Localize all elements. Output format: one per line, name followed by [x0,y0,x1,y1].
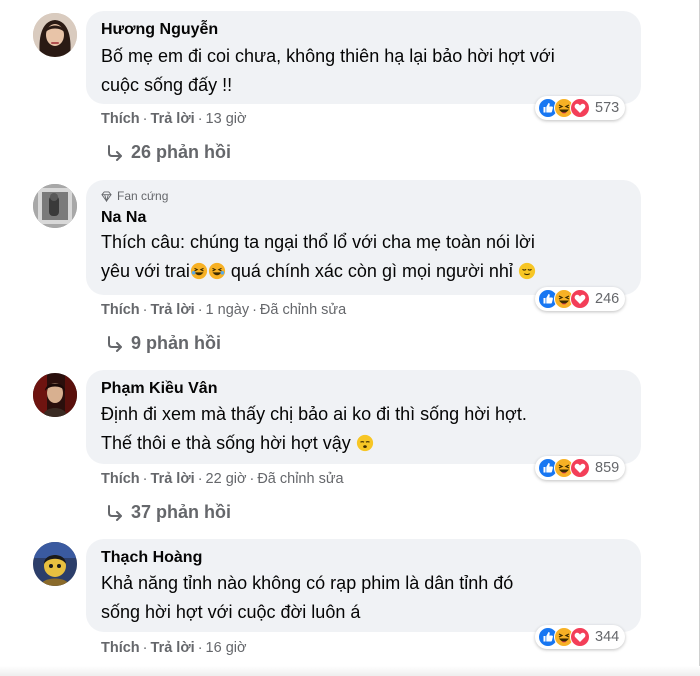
like-link[interactable]: Thích [101,640,140,656]
comment-actions: Thích · Trả lời · 1 ngày · Đã chỉnh sửa [101,302,346,318]
like-link[interactable]: Thích [101,302,140,318]
diamond-badge-icon [101,190,112,202]
avatar-window-photo [33,184,77,228]
avatar[interactable] [33,373,77,417]
comment-author[interactable]: Thạch Hoàng [101,547,627,568]
fan-badge[interactable]: Fan cứng [101,188,627,204]
rofl-emoji-icon [208,262,225,280]
reply-link[interactable]: Trả lời [151,640,195,656]
edited-label[interactable]: Đã chỉnh sửa [257,471,343,487]
separator: · [197,302,203,318]
comment-text: Khả năng tỉnh nào không có rạp phim là d… [101,573,514,622]
separator: · [142,471,148,487]
love-reaction-icon [570,458,590,478]
reply-link[interactable]: Trả lời [151,302,195,318]
comment-author[interactable]: Phạm Kiều Vân [101,378,627,399]
comment-author[interactable]: Na Na [101,207,627,228]
avatar[interactable] [33,184,77,228]
separator: · [142,302,148,318]
avatar-dark-red-photo [33,373,77,417]
reply-link[interactable]: Trả lời [151,471,195,487]
comment-time[interactable]: 13 giờ [206,111,247,127]
comment-text: Bố mẹ em đi coi chưa, không thiên hạ lại… [101,46,555,95]
love-reaction-icon [570,289,590,309]
comment-time[interactable]: 1 ngày [206,302,250,318]
comment-text-part: Định đi xem mà thấy chị bảo ai ko đi thì… [101,404,527,453]
separator: · [197,471,203,487]
separator: · [249,471,255,487]
reaction-count: 246 [595,291,620,307]
replies-count: 37 phản hồi [131,502,232,522]
reaction-count: 859 [595,460,620,476]
comment-actions: Thích · Trả lời · 13 giờ [101,111,246,127]
reaction-summary[interactable]: 246 [535,287,626,311]
like-link[interactable]: Thích [101,111,140,127]
comment-bubble: Thạch Hoàng Khả năng tỉnh nào không có r… [86,539,641,632]
separator: · [252,302,257,318]
comment-bubble: Phạm Kiều Vân Định đi xem mà thấy chị bả… [86,370,641,464]
comment-text: Định đi xem mà thấy chị bảo ai ko đi thì… [101,400,627,458]
page-bottom-edge [0,666,700,676]
view-replies-link[interactable]: 9 phản hồi [106,333,221,354]
love-reaction-icon [570,627,590,647]
edited-label[interactable]: Đã chỉnh sửa [260,302,346,318]
reply-arrow-icon [108,144,122,161]
comment-actions: Thích · Trả lời · 22 giờ · Đã chỉnh sửa [101,471,344,487]
reaction-count: 573 [595,100,620,116]
reaction-count: 344 [595,629,620,645]
separator: · [142,640,148,656]
sleepy-emoji-icon [356,434,373,452]
avatar[interactable] [33,542,77,586]
avatar[interactable] [33,13,77,57]
rofl-emoji-icon [190,262,207,280]
reaction-summary[interactable]: 573 [535,96,626,120]
comment-actions: Thích · Trả lời · 16 giờ [101,640,246,656]
comment-bubble: Fan cứng Na Na Thích câu: chúng ta ngại … [86,180,641,295]
relieved-emoji-icon [518,262,535,280]
reaction-summary[interactable]: 859 [535,456,626,480]
comment-time[interactable]: 22 giờ [206,471,247,487]
love-reaction-icon [570,98,590,118]
reply-arrow-icon [108,504,122,521]
comment-time[interactable]: 16 giờ [206,640,247,656]
badge-label: Fan cứng [117,189,169,203]
avatar-cartoon-character [33,542,77,586]
comment-bubble: Hương Nguyễn Bố mẹ em đi coi chưa, không… [86,11,641,104]
replies-count: 26 phản hồi [131,142,232,162]
separator: · [197,111,203,127]
reply-arrow-icon [108,335,122,352]
reaction-summary[interactable]: 344 [535,625,626,649]
separator: · [197,640,203,656]
view-replies-link[interactable]: 37 phản hồi [106,502,231,523]
reply-link[interactable]: Trả lời [151,111,195,127]
separator: · [142,111,148,127]
view-replies-link[interactable]: 26 phản hồi [106,142,231,163]
comment-text-part: quá chính xác còn gì mọi người nhỉ [225,261,513,281]
like-link[interactable]: Thích [101,471,140,487]
comment-author[interactable]: Hương Nguyễn [101,19,627,40]
replies-count: 9 phản hồi [131,333,221,353]
comment-text: Thích câu: chúng ta ngại thổ lổ với cha … [101,228,627,286]
avatar-woman-dark-hair [33,13,77,57]
